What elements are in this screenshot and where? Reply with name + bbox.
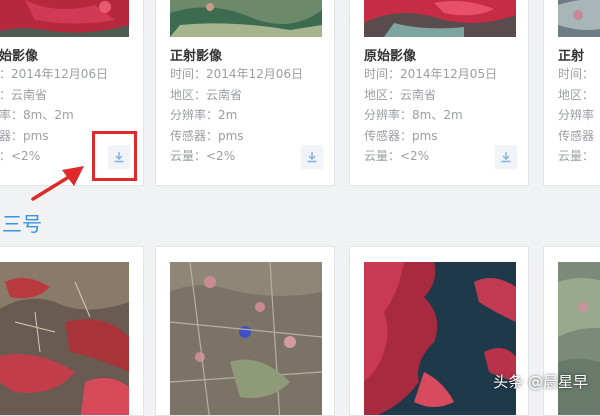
meta-resolution: 分辨率：8m、2m <box>364 108 463 122</box>
download-icon <box>501 152 511 163</box>
card-title: 正射影像 <box>170 49 223 64</box>
satellite-thumbnail[interactable] <box>170 0 322 37</box>
satellite-thumbnail[interactable] <box>170 262 322 415</box>
download-button[interactable] <box>301 145 323 169</box>
meta-resolution: 分辨率：2m <box>170 108 238 122</box>
meta-region: ：云南省 <box>0 87 48 102</box>
image-card-4[interactable]: 正射 时间： 地区： 分辨率 传感器 云量： <box>543 0 600 186</box>
image-card-3[interactable]: 原始影像 时间：2014年12月05日 地区：云南省 分辨率：8m、2m 传感器… <box>349 0 529 186</box>
meta-sensor: 传感器：pms <box>364 128 438 143</box>
image-card-5[interactable] <box>0 246 144 416</box>
meta-sensor: 传感器：pms <box>170 128 244 143</box>
satellite-thumbnail[interactable] <box>364 262 516 415</box>
satellite-thumbnail[interactable] <box>0 0 129 37</box>
meta-region: 地区：云南省 <box>170 87 243 102</box>
image-card-2[interactable]: 正射影像 时间：2014年12月06日 地区：云南省 分辨率：2m 传感器：pm… <box>155 0 335 186</box>
section-title: 三号 <box>2 212 42 236</box>
meta-region: 地区：云南省 <box>364 87 437 102</box>
card-title: 始影像 <box>0 49 39 64</box>
meta-resolution: 率：8m、2m <box>0 108 74 122</box>
card-title: 正射 <box>558 49 585 64</box>
meta-region: 地区： <box>558 87 595 102</box>
download-button[interactable] <box>495 145 517 169</box>
meta-resolution: 分辨率 <box>558 108 595 122</box>
satellite-thumbnail[interactable] <box>364 0 516 37</box>
meta-time: ：2014年12月06日 <box>0 67 109 81</box>
meta-cloud: 云量：<2% <box>170 149 236 163</box>
meta-time: 时间： <box>558 67 595 81</box>
card-title: 原始影像 <box>364 49 417 64</box>
meta-sensor: 传感器 <box>558 128 595 143</box>
download-highlight-box <box>92 131 137 181</box>
meta-time: 时间：2014年12月06日 <box>170 67 304 81</box>
satellite-thumbnail[interactable] <box>558 0 600 37</box>
image-card-6[interactable] <box>155 246 335 416</box>
meta-cloud: 云量： <box>558 149 595 163</box>
satellite-thumbnail[interactable] <box>0 262 129 415</box>
satellite-thumbnail[interactable] <box>558 262 600 415</box>
watermark: 头条 @晨星早 <box>493 373 588 391</box>
meta-time: 时间：2014年12月05日 <box>364 67 498 81</box>
meta-cloud: 云量：<2% <box>364 149 430 163</box>
download-icon <box>307 152 317 163</box>
red-arrow-icon <box>31 166 84 201</box>
